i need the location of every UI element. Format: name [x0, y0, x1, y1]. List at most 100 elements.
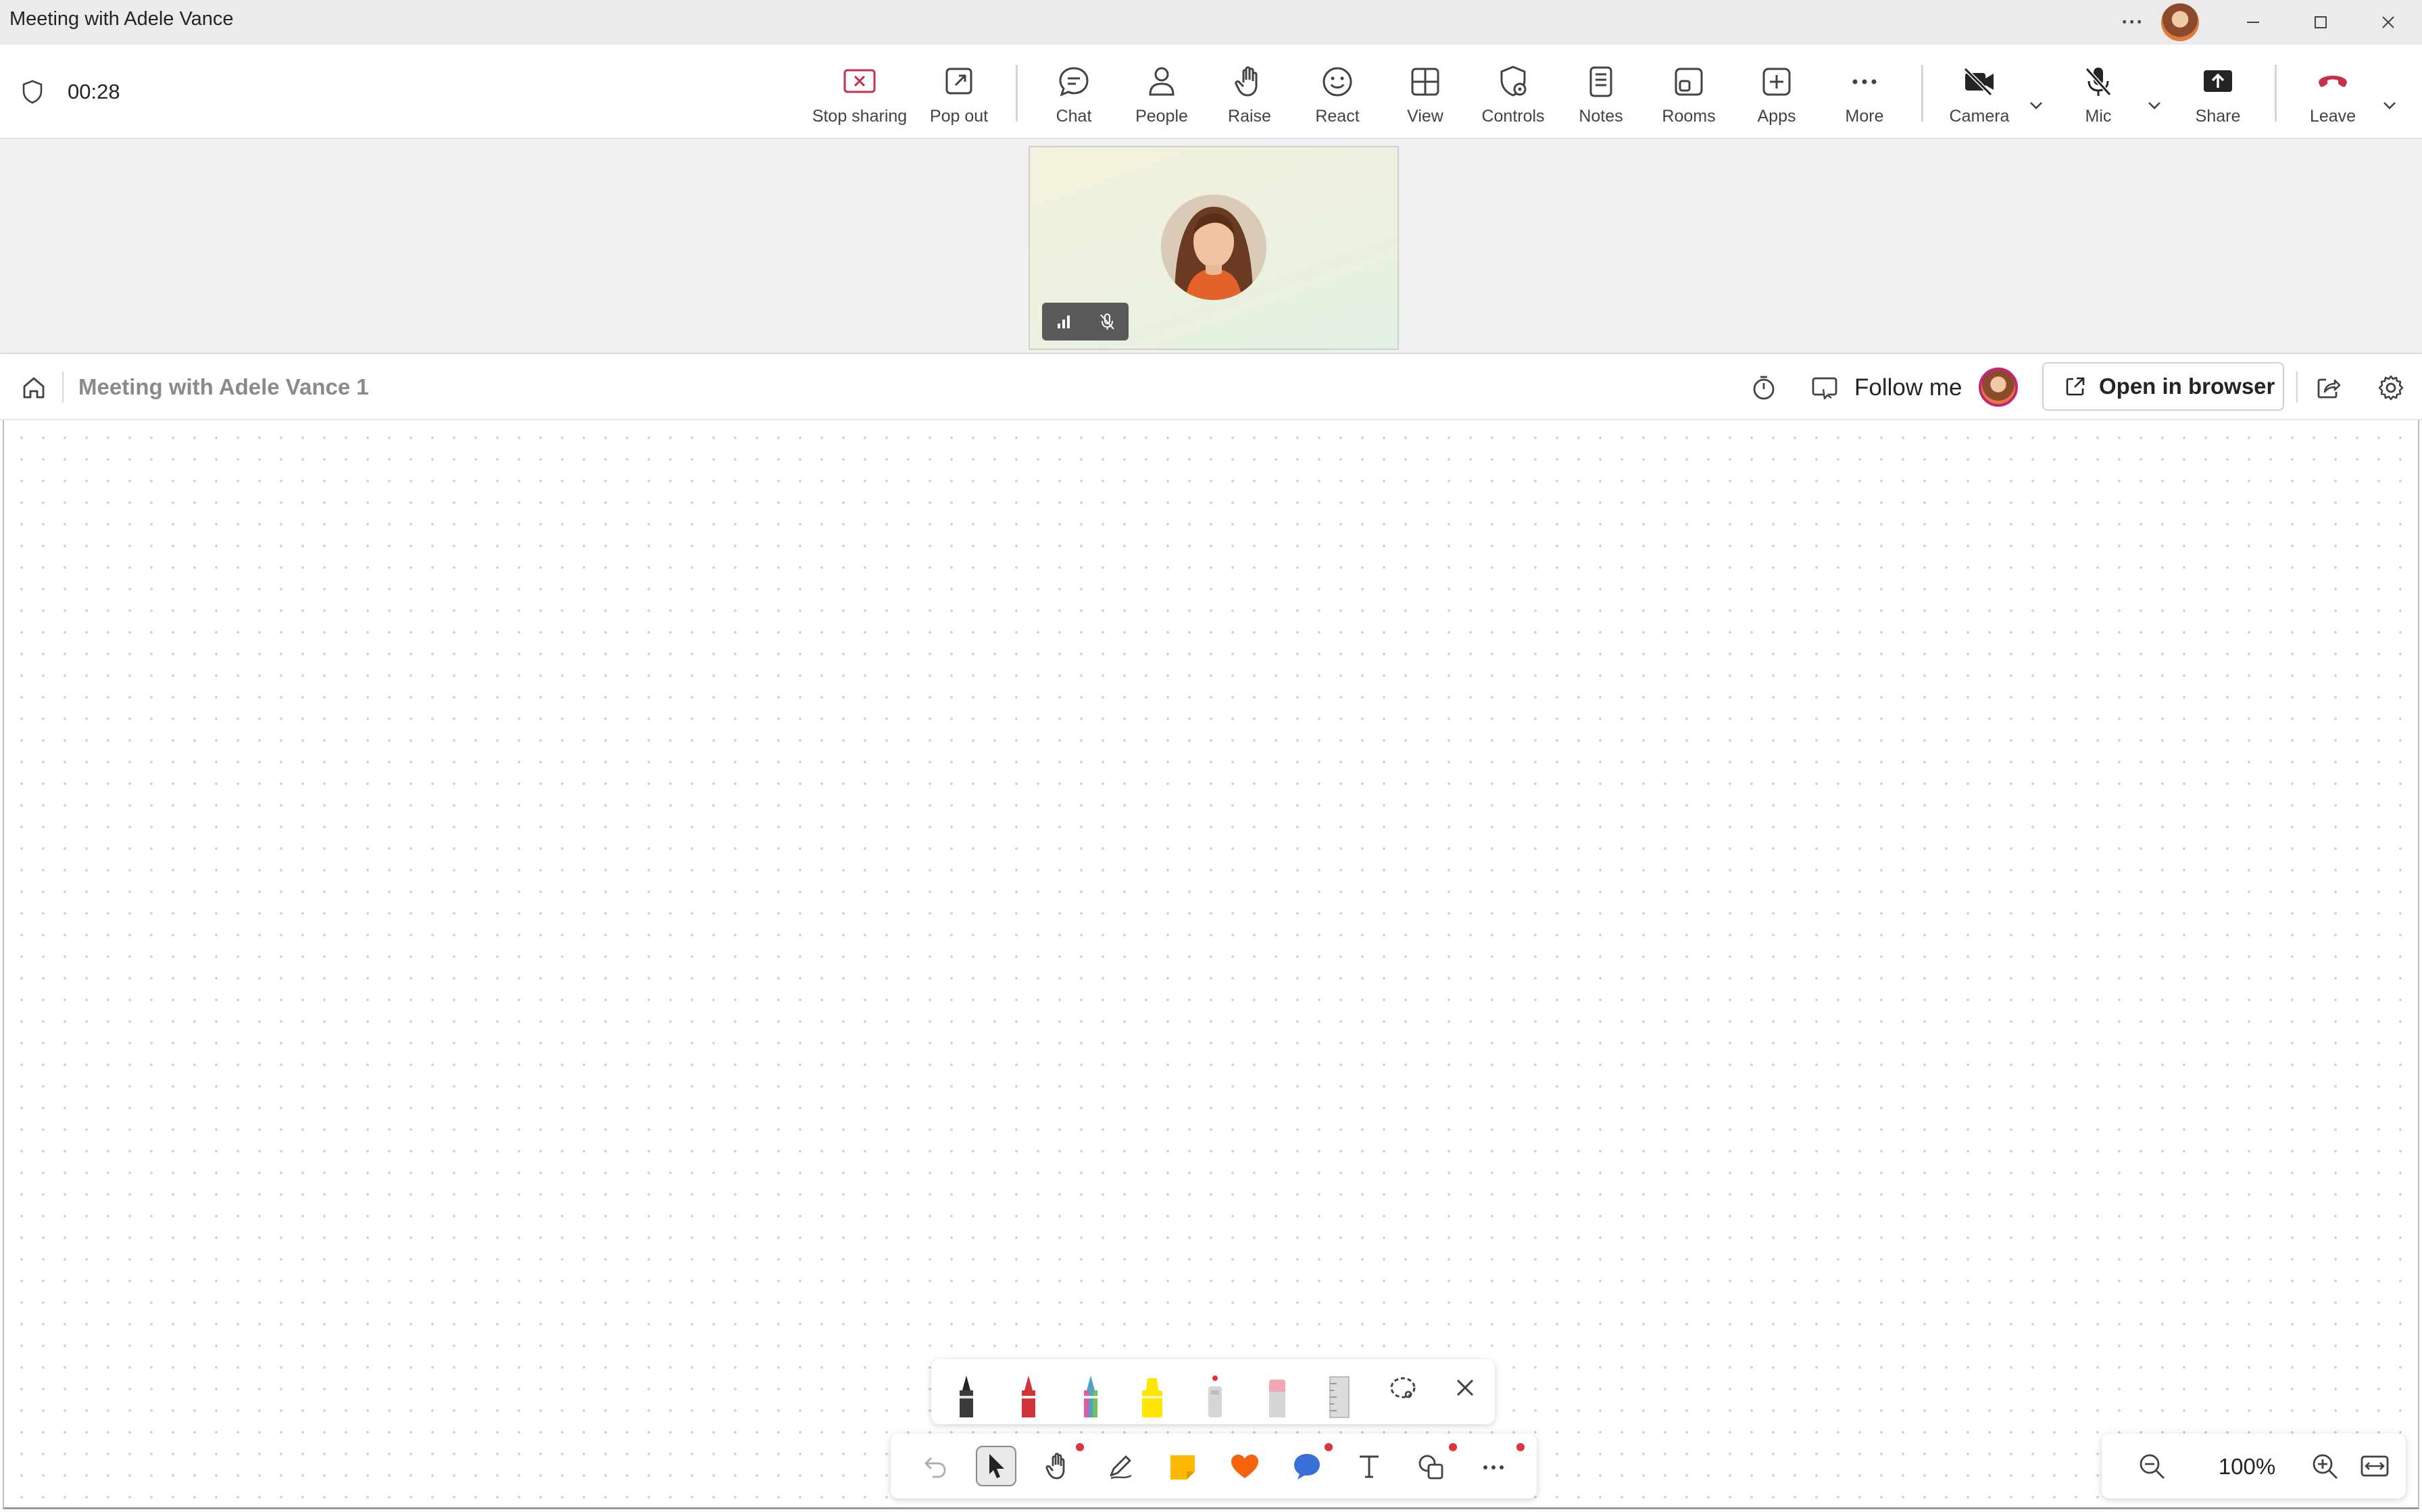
- minimize-button[interactable]: [2219, 0, 2287, 45]
- follow-me-icon[interactable]: [1810, 373, 1839, 403]
- shield-icon[interactable]: [19, 78, 46, 105]
- pan-tool[interactable]: [1038, 1446, 1079, 1486]
- laser-pointer-tool[interactable]: [1196, 1370, 1234, 1421]
- pop-out-button[interactable]: Pop out: [915, 59, 1003, 127]
- zoom-in-icon: [2313, 1454, 2338, 1479]
- inking-toolbar: [931, 1359, 1495, 1424]
- mic-off-icon: [2085, 67, 2112, 97]
- apps-icon: [1762, 68, 1791, 96]
- more-icon: [1483, 1465, 1504, 1469]
- more-tools-button[interactable]: [1473, 1446, 1514, 1486]
- lasso-icon: [1390, 1377, 1416, 1398]
- fit-to-screen-icon: [2361, 1455, 2389, 1477]
- open-external-icon: [2066, 377, 2085, 396]
- mic-options-chevron-icon[interactable]: [2141, 92, 2168, 119]
- stop-sharing-button[interactable]: Stop sharing: [812, 59, 907, 127]
- cursor-arrow-icon: [989, 1454, 1004, 1478]
- ruler-icon: [1329, 1376, 1350, 1418]
- open-in-browser-label: Open in browser: [2099, 374, 2275, 399]
- more-icon: [1852, 79, 1877, 84]
- share-board-icon[interactable]: [2314, 373, 2344, 403]
- leave-button[interactable]: Leave: [2289, 59, 2377, 127]
- window-title: Meeting with Adele Vance: [9, 8, 234, 30]
- whiteboard-canvas[interactable]: [3, 420, 2419, 1509]
- black-pen-icon: [960, 1376, 973, 1417]
- chat-label: Chat: [1056, 107, 1092, 126]
- home-icon[interactable]: [19, 373, 49, 403]
- maximize-button[interactable]: [2287, 0, 2354, 45]
- highlighter-tool[interactable]: [1134, 1370, 1172, 1421]
- reaction-tool[interactable]: [1225, 1446, 1265, 1486]
- close-window-button[interactable]: [2354, 0, 2422, 45]
- select-tool[interactable]: [976, 1446, 1016, 1486]
- red-pen-tool[interactable]: [1010, 1370, 1047, 1421]
- eraser-tool[interactable]: [1258, 1370, 1296, 1421]
- open-in-browser-button[interactable]: Open in browser: [2042, 362, 2284, 411]
- participant-avatar: [1161, 195, 1266, 300]
- people-button[interactable]: People: [1118, 59, 1206, 127]
- shapes-tool[interactable]: [1411, 1446, 1452, 1486]
- raise-hand-icon: [1235, 66, 1258, 97]
- follow-me-button[interactable]: Follow me: [1854, 374, 1962, 401]
- camera-label: Camera: [1949, 107, 2010, 126]
- text-tool[interactable]: [1349, 1446, 1389, 1486]
- mic-button[interactable]: Mic: [2054, 59, 2142, 127]
- raise-hand-button[interactable]: Raise: [1206, 59, 1293, 127]
- notes-icon: [1589, 66, 1612, 97]
- sticky-note-tool[interactable]: [1162, 1446, 1203, 1486]
- leave-label: Leave: [2309, 107, 2356, 126]
- react-button[interactable]: React: [1293, 59, 1381, 127]
- view-button[interactable]: View: [1381, 59, 1469, 127]
- view-label: View: [1407, 107, 1443, 126]
- lasso-select-tool[interactable]: [1384, 1374, 1422, 1426]
- participant-video-tile[interactable]: [1029, 146, 1399, 350]
- sticky-note-icon: [1170, 1455, 1195, 1480]
- view-icon: [1411, 68, 1439, 96]
- rooms-label: Rooms: [1662, 107, 1716, 126]
- header-divider: [62, 372, 64, 403]
- camera-button[interactable]: Camera: [1935, 59, 2023, 127]
- share-label: Share: [2195, 107, 2241, 126]
- collaborator-avatar[interactable]: [1979, 368, 2018, 407]
- react-label: React: [1315, 107, 1360, 126]
- rooms-icon: [1675, 68, 1703, 96]
- ruler-tool[interactable]: [1320, 1370, 1358, 1421]
- profile-avatar[interactable]: [2161, 3, 2199, 41]
- zoom-in-button[interactable]: [2308, 1450, 2341, 1482]
- maximize-icon: [2315, 16, 2327, 28]
- leave-options-chevron-icon[interactable]: [2376, 92, 2403, 119]
- hand-icon: [1045, 1453, 1065, 1480]
- apps-button[interactable]: Apps: [1733, 59, 1821, 127]
- comment-tool-badge: [1325, 1443, 1333, 1451]
- zoom-out-button[interactable]: [2135, 1450, 2168, 1482]
- close-inking-button[interactable]: [1446, 1374, 1484, 1426]
- rainbow-pen-icon: [1084, 1376, 1097, 1417]
- fit-to-screen-button[interactable]: [2358, 1450, 2391, 1482]
- participant-muted-icon: [1100, 313, 1114, 330]
- timer-icon[interactable]: [1749, 373, 1779, 403]
- leave-icon: [2319, 76, 2347, 87]
- rainbow-pen-tool[interactable]: [1072, 1370, 1110, 1421]
- black-pen-tool[interactable]: [947, 1370, 985, 1421]
- comment-tool[interactable]: [1287, 1446, 1327, 1486]
- camera-options-chevron-icon[interactable]: [2023, 92, 2050, 119]
- zoom-level: 100%: [2218, 1454, 2276, 1479]
- more-button[interactable]: More: [1821, 59, 1908, 127]
- pop-out-label: Pop out: [929, 107, 989, 126]
- network-signal-icon: [1058, 316, 1070, 328]
- notes-button[interactable]: Notes: [1557, 59, 1645, 127]
- settings-gear-icon[interactable]: [2376, 373, 2406, 403]
- rooms-button[interactable]: Rooms: [1645, 59, 1733, 127]
- share-icon: [2204, 70, 2232, 92]
- share-button[interactable]: Share: [2174, 59, 2262, 127]
- chat-button[interactable]: Chat: [1030, 59, 1118, 127]
- meeting-toolbar: 00:28 Stop sharing Pop out Chat People R…: [0, 45, 2422, 139]
- pen-tool[interactable]: [1100, 1446, 1141, 1486]
- close-icon: [1456, 1379, 1474, 1396]
- comment-icon: [1294, 1454, 1320, 1480]
- controls-button[interactable]: Controls: [1469, 59, 1557, 127]
- meeting-timer: 00:28: [68, 80, 120, 103]
- undo-button[interactable]: [914, 1446, 954, 1486]
- more-label: More: [1845, 107, 1884, 126]
- more-options-icon[interactable]: ···: [2112, 11, 2153, 34]
